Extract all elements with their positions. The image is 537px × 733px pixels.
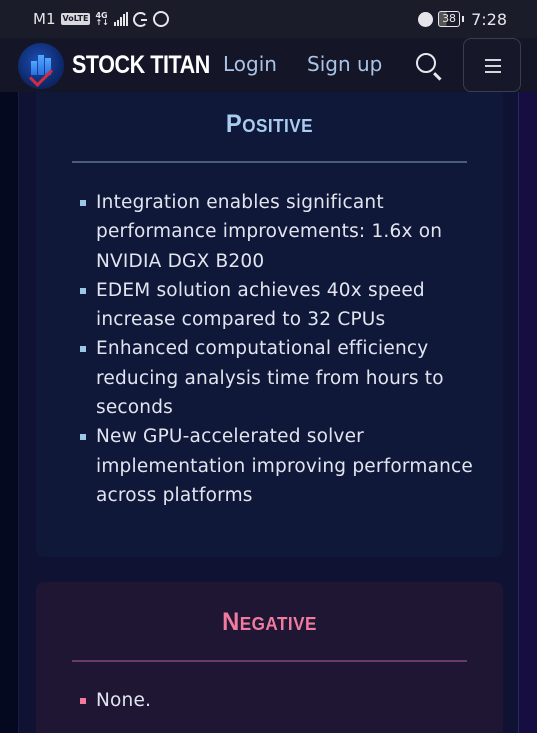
positive-divider	[72, 161, 467, 163]
hamburger-menu-icon	[485, 59, 501, 61]
g-icon	[132, 11, 148, 27]
login-link[interactable]: Login	[223, 52, 277, 76]
hamburger-line	[485, 65, 501, 67]
list-item-text: Enhanced computational efficiency reduci…	[96, 338, 444, 419]
bullet-icon	[80, 434, 86, 441]
signal-icon	[113, 12, 128, 26]
carrier-label: M1	[33, 10, 56, 28]
list-item-text: None.	[96, 690, 152, 711]
alarm-icon	[418, 11, 434, 27]
list-item: None.	[80, 686, 473, 715]
negative-list: None.	[80, 686, 473, 715]
negative-title: Negative	[222, 608, 317, 636]
status-bar: M1 VoLTE 4G ↑↓ 38 7:28	[0, 0, 537, 38]
site-header: STOCK TITAN Login Sign up	[0, 38, 537, 92]
signup-link[interactable]: Sign up	[307, 52, 382, 76]
positive-list: Integration enables significant performa…	[80, 188, 473, 510]
list-item-text: EDEM solution achieves 40x speed increas…	[96, 279, 425, 331]
negative-divider	[72, 660, 467, 662]
bullet-icon	[80, 287, 86, 294]
positive-title: Positive	[225, 110, 314, 138]
clock: 7:28	[471, 9, 507, 29]
positive-card: Positive Integration enables significant…	[36, 92, 503, 557]
search-icon[interactable]	[416, 53, 436, 73]
volte-icon: VoLTE	[60, 13, 91, 25]
list-item: New GPU-accelerated solver implementatio…	[80, 422, 473, 510]
bullet-icon	[80, 346, 86, 353]
list-item-text: New GPU-accelerated solver implementatio…	[96, 426, 474, 506]
list-item: Integration enables significant performa…	[80, 188, 473, 276]
negative-card: Negative None.	[36, 582, 503, 733]
bullet-icon	[80, 200, 86, 206]
logo-icon[interactable]	[18, 43, 64, 89]
status-left: M1 VoLTE 4G ↑↓	[33, 10, 169, 28]
list-item: Enhanced computational efficiency reduci…	[80, 334, 473, 422]
brand-name[interactable]: STOCK TITAN	[72, 51, 210, 80]
whatsapp-icon	[152, 11, 169, 27]
hamburger-line	[485, 71, 501, 73]
status-right: 38 7:28	[418, 10, 507, 29]
battery-icon: 38	[438, 11, 465, 27]
list-item: EDEM solution achieves 40x speed increas…	[80, 276, 473, 335]
bullet-icon	[80, 698, 86, 704]
network-type: 4G ↑↓	[95, 11, 109, 27]
list-item-text: Integration enables significant performa…	[96, 192, 443, 272]
menu-button[interactable]	[463, 38, 521, 92]
